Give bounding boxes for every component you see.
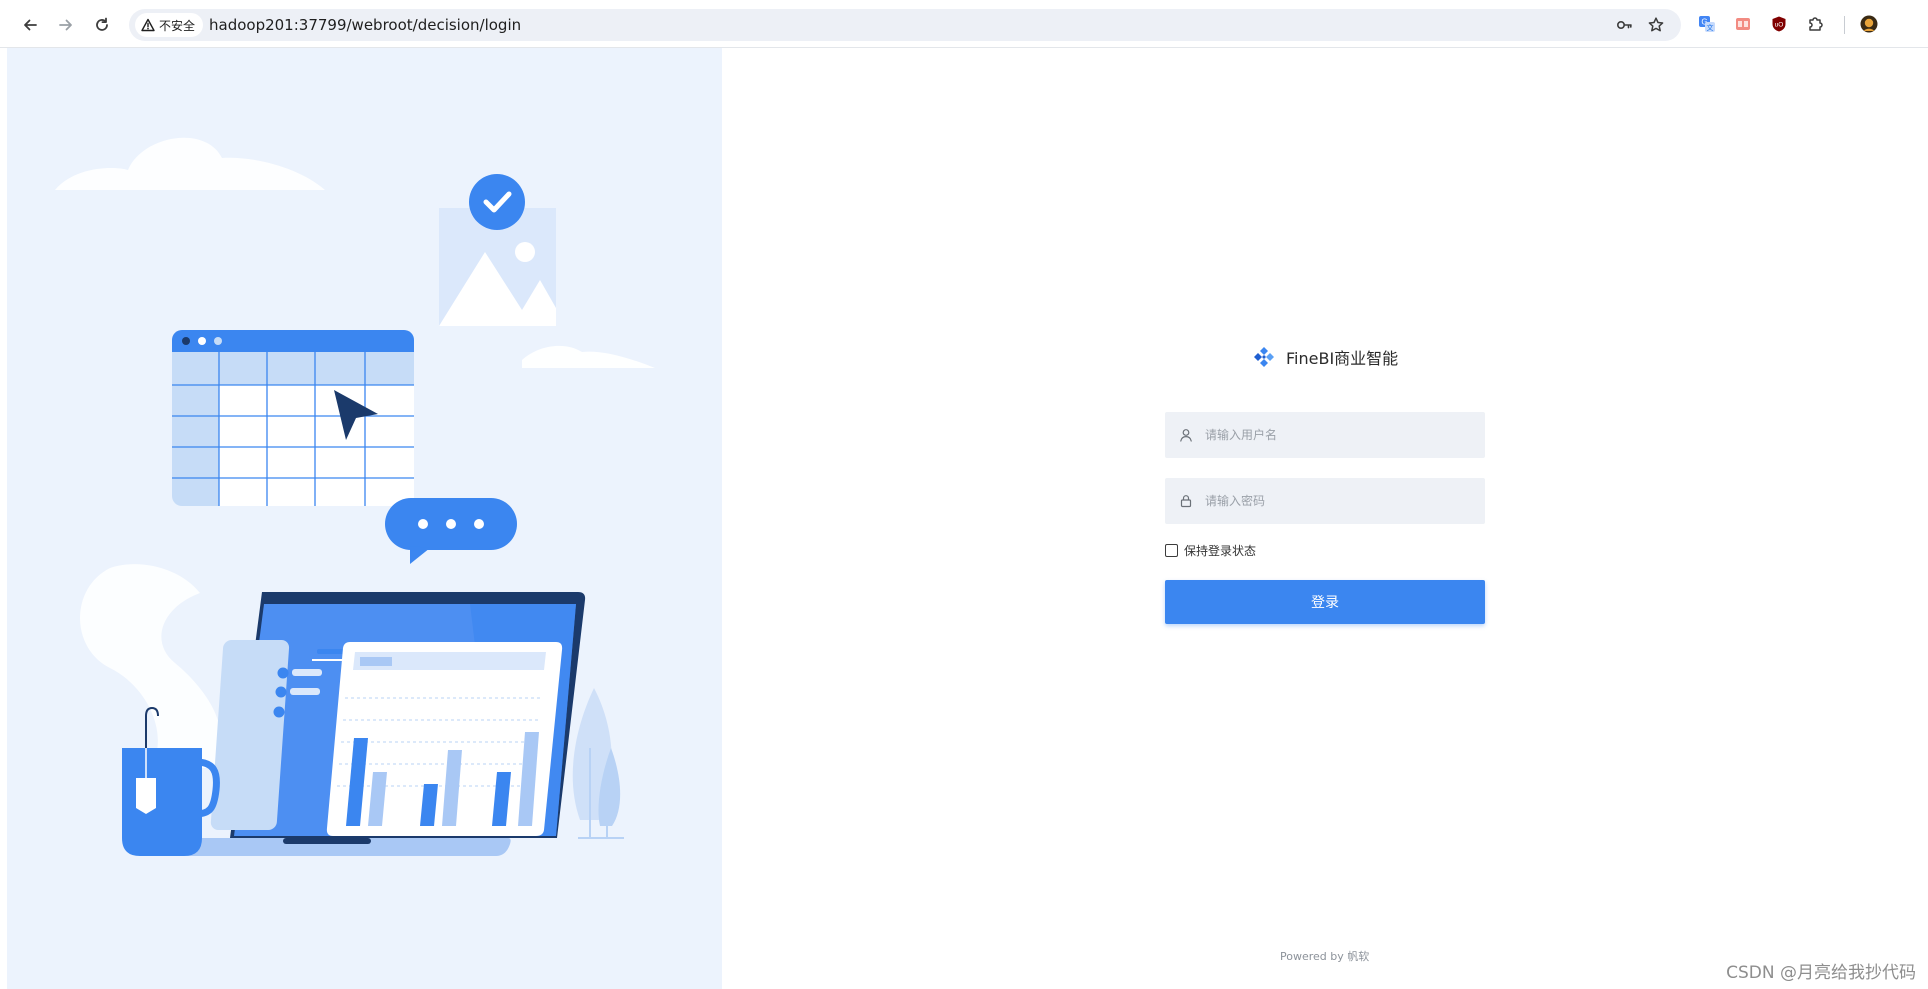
forward-button[interactable] (53, 12, 79, 38)
steam (80, 564, 222, 768)
puzzle-icon (1809, 17, 1823, 31)
svg-text:文: 文 (1707, 23, 1714, 32)
bi-illustration (55, 137, 655, 856)
warning-triangle-icon (141, 18, 155, 32)
page-left-edge (0, 48, 7, 989)
remember-label[interactable]: 保持登录状态 (1184, 542, 1256, 559)
shield-icon: uO (1772, 16, 1786, 32)
remember-checkbox[interactable] (1165, 544, 1178, 557)
brand-header: FineBI商业智能 (1252, 344, 1398, 370)
translate-extension[interactable]: G文 (1697, 14, 1717, 34)
star-icon[interactable] (1647, 16, 1665, 34)
browser-toolbar: 不安全 hadoop201:37799/webroot/decision/log… (0, 0, 1928, 48)
reader-extension-icon (1736, 18, 1750, 30)
profile-button[interactable] (1859, 14, 1879, 34)
security-label: 不安全 (159, 18, 196, 33)
powered-by-footer: Powered by 帆软 (1280, 950, 1370, 963)
reload-icon (96, 17, 108, 31)
ublock-extension[interactable]: uO (1769, 14, 1789, 34)
tree (572, 688, 624, 839)
arrow-right-icon (59, 19, 72, 31)
reload-button[interactable] (89, 12, 115, 38)
translate-icon: G文 (1699, 16, 1715, 32)
brand-name: FineBI商业智能 (1286, 349, 1399, 368)
password-field[interactable] (1165, 478, 1485, 524)
image-card (439, 174, 556, 326)
arrow-left-icon (24, 19, 37, 31)
toolbar-separator (1844, 16, 1845, 34)
login-button[interactable]: 登录 (1165, 580, 1485, 624)
user-icon (1180, 429, 1192, 442)
key-icon[interactable] (1615, 16, 1633, 34)
lock-icon (1180, 495, 1192, 508)
security-indicator[interactable]: 不安全 (135, 13, 204, 37)
username-input[interactable] (1203, 414, 1477, 456)
username-field[interactable] (1165, 412, 1485, 458)
reader-extension[interactable] (1733, 14, 1753, 34)
password-input[interactable] (1203, 480, 1477, 522)
chat-bubble (385, 498, 517, 564)
svg-text:uO: uO (1775, 22, 1784, 29)
url-text[interactable]: hadoop201:37799/webroot/decision/login (209, 9, 521, 41)
remember-me[interactable]: 保持登录状态 (1165, 542, 1256, 559)
login-illustration-panel (0, 48, 722, 989)
check-circle-icon (469, 174, 525, 230)
finebi-logo-icon (1254, 347, 1274, 367)
cloud-right (522, 345, 655, 368)
back-button[interactable] (17, 12, 43, 38)
address-bar[interactable]: 不安全 hadoop201:37799/webroot/decision/log… (129, 9, 1681, 41)
spreadsheet-window (172, 330, 414, 506)
watermark: CSDN @月亮给我抄代码 (1726, 963, 1916, 983)
extensions-button[interactable] (1806, 14, 1826, 34)
avatar (1860, 15, 1878, 33)
cloud-left (55, 137, 325, 190)
